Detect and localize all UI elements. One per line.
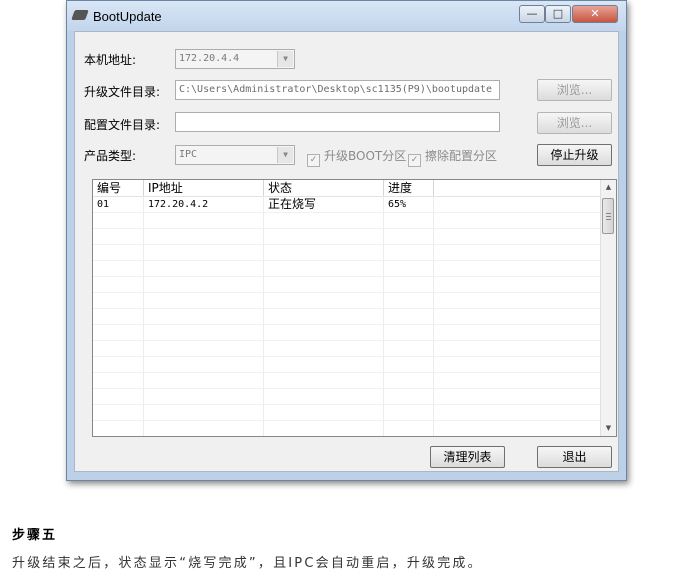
checkmark-icon: ✓: [307, 154, 320, 167]
chevron-down-icon: ▼: [277, 147, 293, 163]
row-grid-line: [93, 420, 603, 421]
config-dir-label: 配置文件目录:: [84, 118, 161, 132]
column-divider: [263, 196, 264, 436]
local-address-select[interactable]: 172.20.4.4 ▼: [175, 49, 295, 69]
product-type-value: IPC: [179, 149, 198, 160]
browse-config-button[interactable]: 浏览...: [537, 112, 612, 134]
column-header-id[interactable]: 编号: [93, 180, 144, 196]
window-title: BootUpdate: [93, 9, 162, 24]
upgrade-dir-label: 升级文件目录:: [84, 85, 161, 99]
row-grid-line: [93, 372, 603, 373]
scroll-down-icon[interactable]: ▼: [601, 421, 616, 436]
row-grid-line: [93, 404, 603, 405]
row-grid-line: [93, 388, 603, 389]
title-bar[interactable]: BootUpdate — □ ✕: [67, 1, 626, 31]
close-button[interactable]: ✕: [572, 5, 618, 23]
checkmark-icon: ✓: [408, 154, 421, 167]
row-progress: 65%: [388, 199, 407, 210]
step-description: 升级结束之后，状态显示“烧写完成”，且IPC会自动重启，升级完成。: [12, 556, 483, 571]
column-header-status[interactable]: 状态: [264, 180, 384, 196]
row-grid-line: [93, 212, 603, 213]
grip-line: [606, 216, 611, 217]
upgrade-boot-label: 升级BOOT分区: [324, 149, 407, 163]
row-status: 正在烧写: [268, 197, 317, 211]
grip-line: [606, 219, 611, 220]
app-icon: [71, 10, 89, 20]
grip-line: [606, 213, 611, 214]
row-ip: 172.20.4.2: [148, 199, 209, 210]
row-grid-line: [93, 276, 603, 277]
client-area: 本机地址: 172.20.4.4 ▼ 升级文件目录: C:\Users\Admi…: [74, 31, 619, 472]
column-header-ip[interactable]: IP地址: [144, 180, 264, 196]
column-divider: [433, 196, 434, 436]
upgrade-boot-checkbox[interactable]: ✓ 升级BOOT分区: [307, 147, 406, 167]
local-address-label: 本机地址:: [84, 53, 137, 67]
config-dir-field[interactable]: [175, 112, 500, 132]
erase-config-checkbox[interactable]: ✓ 擦除配置分区: [408, 147, 497, 167]
upgrade-dir-field[interactable]: C:\Users\Administrator\Desktop\sc1135(P9…: [175, 80, 500, 100]
column-divider: [383, 196, 384, 436]
chevron-down-icon: ▼: [277, 51, 293, 67]
row-grid-line: [93, 228, 603, 229]
bootupdate-window: BootUpdate — □ ✕ 本机地址: 172.20.4.4 ▼ 升级文件…: [66, 0, 627, 481]
row-grid-line: [93, 292, 603, 293]
minimize-button[interactable]: —: [519, 5, 545, 23]
row-grid-line: [93, 308, 603, 309]
vertical-scrollbar[interactable]: ▲ ▼: [600, 180, 616, 436]
exit-button[interactable]: 退出: [537, 446, 612, 468]
row-id: 01: [97, 199, 110, 210]
scroll-up-icon[interactable]: ▲: [601, 180, 616, 195]
local-address-value: 172.20.4.4: [179, 53, 240, 64]
row-grid-line: [93, 260, 603, 261]
list-header: 编号 IP地址 状态 进度: [93, 180, 603, 197]
maximize-button[interactable]: □: [545, 5, 571, 23]
row-grid-line: [93, 244, 603, 245]
step-title: 步骤五: [12, 528, 58, 543]
product-type-select[interactable]: IPC ▼: [175, 145, 295, 165]
scroll-thumb[interactable]: [602, 198, 614, 234]
row-grid-line: [93, 356, 603, 357]
device-list[interactable]: 编号 IP地址 状态 进度 01 172.20.4.2 正在烧写 65% ▲ ▼: [92, 179, 617, 437]
browse-upgrade-button[interactable]: 浏览...: [537, 79, 612, 101]
row-grid-line: [93, 324, 603, 325]
column-header-progress[interactable]: 进度: [384, 180, 434, 196]
column-divider: [143, 196, 144, 436]
product-type-label: 产品类型:: [84, 149, 137, 163]
erase-config-label: 擦除配置分区: [425, 149, 498, 163]
row-grid-line: [93, 340, 603, 341]
stop-upgrade-button[interactable]: 停止升级: [537, 144, 612, 166]
clear-list-button[interactable]: 清理列表: [430, 446, 505, 468]
